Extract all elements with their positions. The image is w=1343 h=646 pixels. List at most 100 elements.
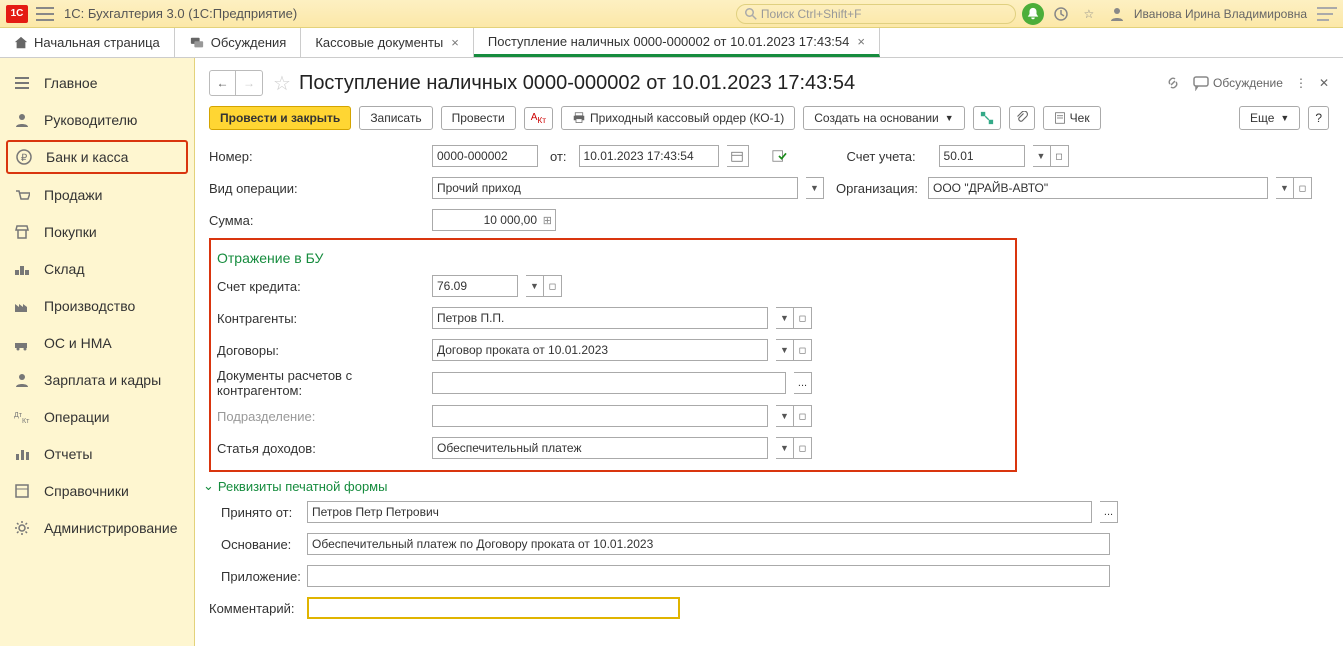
dropdown-icon[interactable]: ▼ xyxy=(806,177,824,199)
sidebar-item-admin[interactable]: Администрирование xyxy=(0,509,194,546)
sidebar-item-operations[interactable]: ДтКтОперации xyxy=(0,398,194,435)
open-icon[interactable]: ◻ xyxy=(794,405,812,427)
tab-cash-docs[interactable]: Кассовые документы × xyxy=(301,28,474,57)
user-name[interactable]: Иванова Ирина Владимировна xyxy=(1134,7,1307,21)
counter-input[interactable]: Петров П.П. xyxy=(432,307,768,329)
svg-text:₽: ₽ xyxy=(21,153,28,164)
account-input[interactable]: 50.01 xyxy=(939,145,1025,167)
close-icon[interactable]: × xyxy=(451,35,459,50)
sidebar-item-bank[interactable]: ₽Банк и касса xyxy=(6,140,188,174)
bu-section: Отражение в БУ Счет кредита: 76.09 ▼◻ Ко… xyxy=(209,238,1017,472)
relation-button[interactable] xyxy=(973,106,1001,130)
sidebar-item-main[interactable]: Главное xyxy=(0,64,194,101)
star-icon[interactable]: ☆ xyxy=(1078,3,1100,25)
comment-label: Комментарий: xyxy=(209,601,299,616)
sidebar-item-reports[interactable]: Отчеты xyxy=(0,435,194,472)
create-base-button[interactable]: Создать на основании▼ xyxy=(803,106,964,130)
check-button[interactable]: Чек xyxy=(1043,106,1101,130)
calendar-icon[interactable] xyxy=(727,145,749,167)
sidebar-item-manager[interactable]: Руководителю xyxy=(0,101,194,138)
open-icon[interactable]: ◻ xyxy=(1051,145,1069,167)
search-placeholder: Поиск Ctrl+Shift+F xyxy=(761,7,862,21)
nav-forward[interactable]: → xyxy=(236,71,262,95)
app-logo: 1C xyxy=(6,5,28,23)
sidebar-item-refs[interactable]: Справочники xyxy=(0,472,194,509)
favorite-icon[interactable]: ☆ xyxy=(273,71,291,96)
help-button[interactable]: ? xyxy=(1308,106,1329,130)
attach-input[interactable] xyxy=(307,565,1110,587)
sidebar-item-sales[interactable]: Продажи xyxy=(0,176,194,213)
sidebar-item-assets[interactable]: ОС и НМА xyxy=(0,324,194,361)
comment-input[interactable] xyxy=(307,597,680,619)
dropdown-icon[interactable]: ▼ xyxy=(526,275,544,297)
tab-home[interactable]: Начальная страница xyxy=(0,28,175,57)
open-icon[interactable]: ◻ xyxy=(1294,177,1312,199)
number-input[interactable]: 0000-000002 xyxy=(432,145,538,167)
open-icon[interactable]: ◻ xyxy=(794,339,812,361)
close-page-icon[interactable]: ✕ xyxy=(1319,76,1329,90)
contract-input[interactable]: Договор проката от 10.01.2023 xyxy=(432,339,768,361)
optype-label: Вид операции: xyxy=(209,181,424,196)
received-label: Принято от: xyxy=(221,505,299,520)
sidebar-item-hr[interactable]: Зарплата и кадры xyxy=(0,361,194,398)
income-label: Статья доходов: xyxy=(217,441,424,456)
link-icon[interactable] xyxy=(1165,75,1181,91)
dtkt-button[interactable]: АКт xyxy=(524,107,553,130)
tab-discussions[interactable]: Обсуждения xyxy=(175,28,302,57)
dropdown-icon[interactable]: ▼ xyxy=(776,405,794,427)
credit-input[interactable]: 76.09 xyxy=(432,275,518,297)
ellipsis-icon[interactable]: ... xyxy=(1100,501,1118,523)
division-input[interactable] xyxy=(432,405,768,427)
division-label: Подразделение: xyxy=(217,409,424,424)
search-input[interactable]: Поиск Ctrl+Shift+F xyxy=(736,4,1016,24)
toolbar: Провести и закрыть Записать Провести АКт… xyxy=(209,106,1329,130)
ellipsis-icon[interactable]: ... xyxy=(794,372,812,394)
org-input[interactable]: ООО "ДРАЙВ-АВТО" xyxy=(928,177,1268,199)
history-icon[interactable] xyxy=(1050,3,1072,25)
bell-icon[interactable] xyxy=(1022,3,1044,25)
number-label: Номер: xyxy=(209,149,424,164)
org-label: Организация: xyxy=(836,181,916,196)
date-input[interactable]: 10.01.2023 17:43:54 xyxy=(579,145,719,167)
sidebar-item-purchases[interactable]: Покупки xyxy=(0,213,194,250)
print-button[interactable]: Приходный кассовый ордер (КО-1) xyxy=(561,106,795,130)
close-icon[interactable]: × xyxy=(857,34,865,49)
sidebar: Главное Руководителю ₽Банк и касса Прода… xyxy=(0,58,195,646)
dropdown-icon[interactable]: ▼ xyxy=(1033,145,1051,167)
content: ← → ☆ Поступление наличных 0000-000002 о… xyxy=(195,58,1343,646)
sidebar-item-production[interactable]: Производство xyxy=(0,287,194,324)
income-input[interactable]: Обеспечительный платеж xyxy=(432,437,768,459)
basis-label: Основание: xyxy=(221,537,299,552)
sum-input[interactable]: 10 000,00 xyxy=(432,209,556,231)
post-button[interactable]: Провести xyxy=(441,106,516,130)
dropdown-icon[interactable]: ▼ xyxy=(776,437,794,459)
dropdown-icon[interactable]: ▼ xyxy=(776,339,794,361)
discuss-button[interactable]: Обсуждение xyxy=(1193,75,1283,91)
nav-back[interactable]: ← xyxy=(210,71,236,95)
page-title: Поступление наличных 0000-000002 от 10.0… xyxy=(299,72,855,95)
dropdown-icon[interactable]: ▼ xyxy=(1276,177,1294,199)
print-details-toggle[interactable]: ⌄ Реквизиты печатной формы xyxy=(203,478,1329,494)
more-button[interactable]: Еще▼ xyxy=(1239,106,1300,130)
dropdown-icon[interactable]: ▼ xyxy=(776,307,794,329)
open-icon[interactable]: ◻ xyxy=(794,437,812,459)
basis-input[interactable]: Обеспечительный платеж по Договору прока… xyxy=(307,533,1110,555)
docs-input[interactable] xyxy=(432,372,786,394)
attach-label: Приложение: xyxy=(221,569,299,584)
open-icon[interactable]: ◻ xyxy=(794,307,812,329)
optype-input[interactable]: Прочий приход xyxy=(432,177,798,199)
sum-label: Сумма: xyxy=(209,213,424,228)
counter-label: Контрагенты: xyxy=(217,311,424,326)
open-icon[interactable]: ◻ xyxy=(544,275,562,297)
sidebar-item-warehouse[interactable]: Склад xyxy=(0,250,194,287)
more-menu-icon[interactable]: ⋮ xyxy=(1295,76,1307,90)
received-input[interactable]: Петров Петр Петрович xyxy=(307,501,1092,523)
attach-button[interactable] xyxy=(1009,106,1035,130)
settings-menu-icon[interactable] xyxy=(1317,7,1337,21)
app-title: 1С: Бухгалтерия 3.0 (1С:Предприятие) xyxy=(64,6,297,21)
main-menu-icon[interactable] xyxy=(36,7,54,21)
post-close-button[interactable]: Провести и закрыть xyxy=(209,106,351,130)
nav-arrows: ← → xyxy=(209,70,263,96)
tab-receipt[interactable]: Поступление наличных 0000-000002 от 10.0… xyxy=(474,28,880,57)
write-button[interactable]: Записать xyxy=(359,106,432,130)
